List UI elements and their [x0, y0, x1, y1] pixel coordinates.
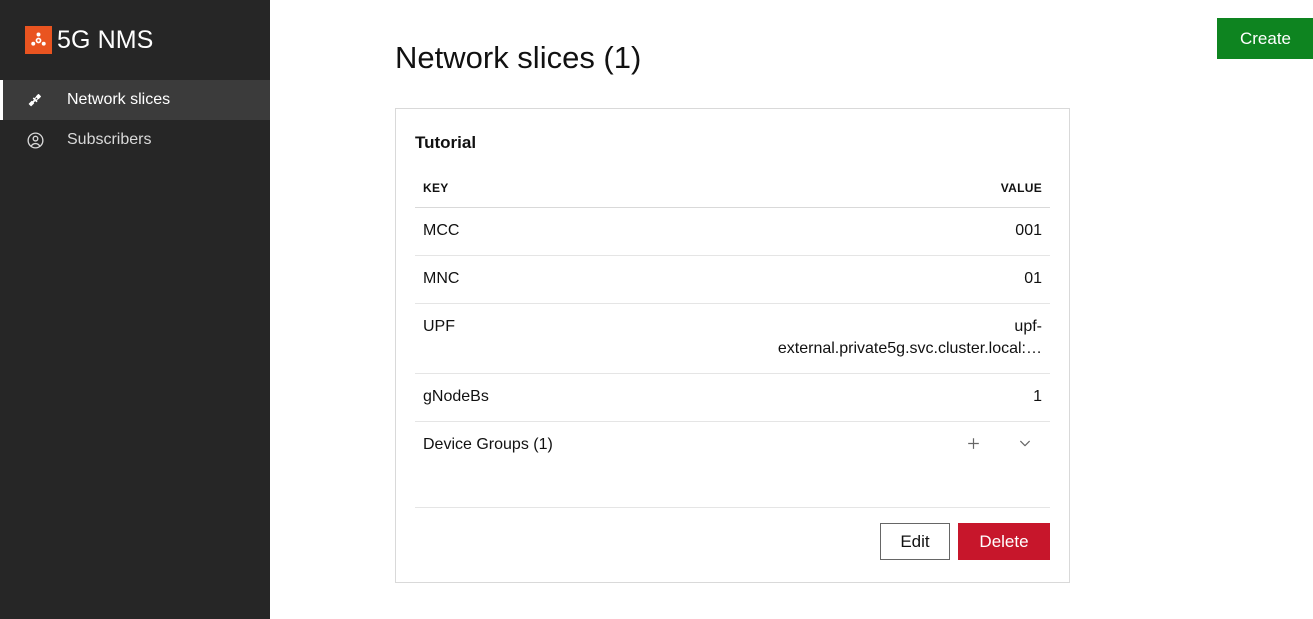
- row-value-mnc: 01: [732, 255, 1050, 304]
- card-title: Tutorial: [415, 133, 477, 152]
- upf-value-wrapper: upf- external.private5g.svc.cluster.loca…: [741, 316, 1042, 360]
- create-button[interactable]: Create: [1217, 18, 1313, 59]
- plus-icon[interactable]: [964, 434, 982, 452]
- sidebar-item-network-slices[interactable]: Network slices: [0, 80, 270, 120]
- row-key-device-groups: Device Groups (1): [423, 436, 553, 453]
- network-slice-card: Tutorial KEY VALUE MCC 001 MNC 01 UPF up…: [395, 108, 1070, 583]
- user-circle-icon: [25, 130, 45, 150]
- row-value-upf: upf- external.private5g.svc.cluster.loca…: [732, 303, 1050, 374]
- table-row: gNodeBs 1: [415, 373, 1050, 422]
- upf-value-line-2: external.private5g.svc.cluster.local:…: [777, 340, 1042, 357]
- brand[interactable]: 5G NMS: [0, 0, 270, 80]
- network-plug-icon: [25, 90, 45, 110]
- chevron-down-icon[interactable]: [1016, 434, 1034, 452]
- device-groups-actions: [741, 434, 1043, 452]
- key-value-table: KEY VALUE MCC 001 MNC 01 UPF upf- extern…: [415, 181, 1050, 469]
- table-head: KEY VALUE: [415, 181, 1050, 208]
- row-key-upf: UPF: [415, 303, 733, 374]
- row-value-gnodebs: 1: [732, 373, 1050, 422]
- table-body: MCC 001 MNC 01 UPF upf- external.private…: [415, 207, 1050, 470]
- row-value-mcc: 001: [732, 207, 1050, 256]
- table-row: Device Groups (1): [415, 422, 1050, 470]
- sidebar-item-label: Subscribers: [67, 131, 152, 148]
- ubuntu-circle-of-friends-icon: [25, 26, 52, 54]
- row-value-device-groups: [733, 422, 1051, 470]
- delete-button[interactable]: Delete: [958, 523, 1050, 560]
- edit-button[interactable]: Edit: [880, 523, 950, 560]
- page-header: Network slices (1) Create: [270, 0, 1313, 82]
- column-header-key: KEY: [415, 181, 733, 208]
- column-header-value: VALUE: [732, 181, 1050, 208]
- row-key-mcc: MCC: [415, 207, 733, 256]
- row-key-mnc: MNC: [415, 255, 733, 304]
- sidebar-nav: Network slices Subscribers: [0, 80, 270, 160]
- sidebar-item-label: Network slices: [67, 91, 171, 108]
- table-row: UPF upf- external.private5g.svc.cluster.…: [415, 303, 1050, 374]
- card-divider: [415, 507, 1050, 508]
- upf-value-line-1: upf-: [1014, 318, 1042, 335]
- table-row: MNC 01: [415, 255, 1050, 304]
- card-actions: Edit Delete: [415, 523, 1050, 560]
- page-title: Network slices (1): [395, 39, 642, 75]
- sidebar-item-subscribers[interactable]: Subscribers: [0, 120, 270, 160]
- table-row: MCC 001: [415, 207, 1050, 256]
- sidebar: 5G NMS Network slices Subscribers: [0, 0, 270, 619]
- app-root: 5G NMS Network slices Subscribers Networ…: [0, 0, 1313, 619]
- row-key-gnodebs: gNodeBs: [415, 373, 733, 422]
- main-content: Network slices (1) Create Tutorial KEY V…: [270, 0, 1313, 619]
- brand-name: 5G NMS: [57, 26, 154, 54]
- table-header-row: KEY VALUE: [415, 181, 1050, 208]
